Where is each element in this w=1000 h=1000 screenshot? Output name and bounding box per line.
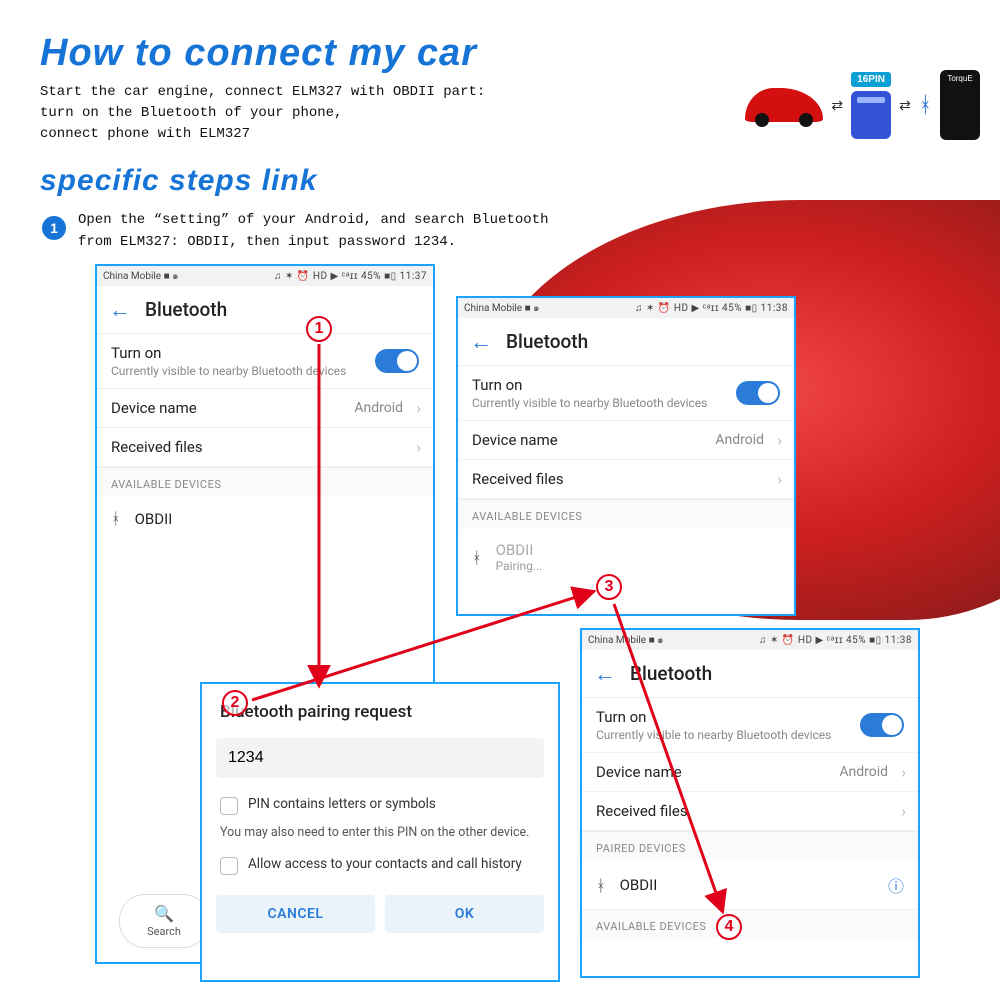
car-icon bbox=[745, 88, 823, 122]
device-name-row[interactable]: Device name Android › bbox=[458, 421, 794, 460]
arrows-icon: ⇄ bbox=[831, 99, 843, 112]
appbar-title: Bluetooth bbox=[506, 330, 588, 353]
back-icon[interactable]: ← bbox=[470, 329, 492, 355]
carrier: China Mobile ■ ๑ bbox=[103, 269, 178, 284]
back-icon[interactable]: ← bbox=[594, 661, 616, 687]
screenshot-bluetooth-settings-2: China Mobile ■ ๑ ♫ ✶ ⏰ HD ▶ ᶜᵃɪɪ 45% ■▯ … bbox=[456, 296, 796, 616]
app-bar: ← Bluetooth bbox=[582, 650, 918, 698]
device-obdii-paired[interactable]: ᚼ OBDII ⓘ bbox=[582, 861, 918, 909]
checkbox-icon[interactable] bbox=[220, 857, 238, 875]
turn-on-label: Turn on bbox=[472, 376, 780, 394]
app-bar: ← Bluetooth bbox=[458, 318, 794, 366]
device-obdii[interactable]: ᚼ OBDII bbox=[97, 497, 433, 540]
turn-on-label: Turn on bbox=[596, 708, 904, 726]
bluetooth-toggle[interactable] bbox=[860, 713, 904, 737]
received-files-label: Received files bbox=[472, 470, 780, 488]
visibility-subtext: Currently visible to nearby Bluetooth de… bbox=[111, 364, 419, 378]
received-files-label: Received files bbox=[111, 438, 419, 456]
appbar-title: Bluetooth bbox=[630, 662, 712, 685]
ok-button[interactable]: OK bbox=[385, 895, 544, 933]
callout-2: 2 bbox=[222, 690, 248, 716]
received-files-row[interactable]: Received files › bbox=[582, 792, 918, 831]
dialog-buttons: CANCEL OK bbox=[202, 883, 558, 947]
info-icon[interactable]: ⓘ bbox=[888, 873, 904, 897]
device-obdii-label: OBDII bbox=[135, 510, 173, 528]
received-files-row[interactable]: Received files › bbox=[97, 428, 433, 467]
pin-input[interactable] bbox=[216, 738, 544, 778]
bluetooth-icon: ᚼ bbox=[472, 548, 482, 567]
chevron-right-icon: › bbox=[777, 470, 782, 489]
screenshot-pairing-dialog: Bluetooth pairing request PIN contains l… bbox=[200, 682, 560, 982]
chevron-right-icon: › bbox=[416, 399, 421, 418]
device-pairing-label: OBDII Pairing... bbox=[496, 541, 543, 573]
device-name-value: Android bbox=[839, 764, 888, 780]
connection-diagram: ⇄ 16PIN ⇄ ᚼ TorquE bbox=[745, 70, 980, 140]
step-instruction-text: Open the “setting” of your Android, and … bbox=[78, 210, 548, 253]
cancel-button[interactable]: CANCEL bbox=[216, 895, 375, 933]
search-button[interactable]: 🔍 Search bbox=[119, 894, 209, 948]
carrier: China Mobile ■ ๑ bbox=[464, 301, 539, 316]
status-bar: China Mobile ■ ๑ ♫ ✶ ⏰ HD ▶ ᶜᵃɪɪ 45% ■▯ … bbox=[582, 630, 918, 650]
intro-text: Start the car engine, connect ELM327 wit… bbox=[40, 82, 485, 145]
paired-devices-header: PAIRED DEVICES bbox=[582, 831, 918, 861]
chevron-right-icon: › bbox=[901, 763, 906, 782]
bluetooth-icon: ᚼ bbox=[919, 92, 932, 118]
device-name-value: Android bbox=[354, 400, 403, 416]
phone-icon: TorquE bbox=[940, 70, 980, 140]
device-name-row[interactable]: Device name Android › bbox=[582, 753, 918, 792]
checkbox-icon[interactable] bbox=[220, 797, 238, 815]
status-right: ♫ ✶ ⏰ HD ▶ ᶜᵃɪɪ 45% ■▯ 11:37 bbox=[274, 271, 427, 282]
carrier: China Mobile ■ ๑ bbox=[588, 633, 663, 648]
callout-3: 3 bbox=[596, 574, 622, 600]
status-right: ♫ ✶ ⏰ HD ▶ ᶜᵃɪɪ 45% ■▯ 11:38 bbox=[759, 635, 912, 646]
arrows-icon: ⇄ bbox=[899, 99, 911, 112]
received-files-label: Received files bbox=[596, 802, 904, 820]
back-icon[interactable]: ← bbox=[109, 297, 131, 323]
available-devices-header: AVAILABLE DEVICES bbox=[97, 467, 433, 497]
search-icon: 🔍 bbox=[154, 904, 174, 923]
pin-letters-checkbox-row[interactable]: PIN contains letters or symbols bbox=[202, 788, 558, 823]
pin-badge: 16PIN bbox=[851, 72, 891, 87]
heading-how-to-connect: How to connect my car bbox=[40, 32, 477, 75]
step-number-badge: 1 bbox=[42, 216, 66, 240]
turn-on-row[interactable]: Turn on Currently visible to nearby Blue… bbox=[458, 366, 794, 421]
dialog-title: Bluetooth pairing request bbox=[202, 684, 558, 732]
bluetooth-icon: ᚼ bbox=[596, 876, 606, 895]
chevron-right-icon: › bbox=[777, 431, 782, 450]
visibility-subtext: Currently visible to nearby Bluetooth de… bbox=[596, 728, 904, 742]
turn-on-label: Turn on bbox=[111, 344, 419, 362]
appbar-title: Bluetooth bbox=[145, 298, 227, 321]
turn-on-row[interactable]: Turn on Currently visible to nearby Blue… bbox=[97, 334, 433, 389]
heading-specific-steps: specific steps link bbox=[40, 164, 317, 198]
callout-4: 4 bbox=[716, 914, 742, 940]
available-devices-header: AVAILABLE DEVICES bbox=[582, 909, 918, 939]
available-devices-header: AVAILABLE DEVICES bbox=[458, 499, 794, 529]
device-name-row[interactable]: Device name Android › bbox=[97, 389, 433, 428]
chevron-right-icon: › bbox=[901, 802, 906, 821]
device-name-value: Android bbox=[715, 432, 764, 448]
bluetooth-toggle[interactable] bbox=[736, 381, 780, 405]
received-files-row[interactable]: Received files › bbox=[458, 460, 794, 499]
turn-on-row[interactable]: Turn on Currently visible to nearby Blue… bbox=[582, 698, 918, 753]
status-bar: China Mobile ■ ๑ ♫ ✶ ⏰ HD ▶ ᶜᵃɪɪ 45% ■▯ … bbox=[97, 266, 433, 286]
chevron-right-icon: › bbox=[416, 438, 421, 457]
status-bar: China Mobile ■ ๑ ♫ ✶ ⏰ HD ▶ ᶜᵃɪɪ 45% ■▯ … bbox=[458, 298, 794, 318]
obd-device-icon bbox=[851, 91, 891, 139]
pin-badge-wrap: 16PIN bbox=[851, 72, 891, 139]
bluetooth-icon: ᚼ bbox=[111, 509, 121, 528]
visibility-subtext: Currently visible to nearby Bluetooth de… bbox=[472, 396, 780, 410]
contacts-access-checkbox-row[interactable]: Allow access to your contacts and call h… bbox=[202, 848, 558, 883]
device-obdii-label: OBDII bbox=[620, 876, 658, 894]
pin-letters-label: PIN contains letters or symbols bbox=[248, 796, 436, 812]
status-right: ♫ ✶ ⏰ HD ▶ ᶜᵃɪɪ 45% ■▯ 11:38 bbox=[635, 303, 788, 314]
search-label: Search bbox=[147, 925, 181, 938]
app-bar: ← Bluetooth bbox=[97, 286, 433, 334]
device-obdii-pairing[interactable]: ᚼ OBDII Pairing... bbox=[458, 529, 794, 585]
callout-1: 1 bbox=[306, 316, 332, 342]
dialog-note: You may also need to enter this PIN on t… bbox=[202, 823, 558, 848]
screenshot-bluetooth-settings-3: China Mobile ■ ๑ ♫ ✶ ⏰ HD ▶ ᶜᵃɪɪ 45% ■▯ … bbox=[580, 628, 920, 978]
bluetooth-toggle[interactable] bbox=[375, 349, 419, 373]
contacts-access-label: Allow access to your contacts and call h… bbox=[248, 856, 522, 872]
